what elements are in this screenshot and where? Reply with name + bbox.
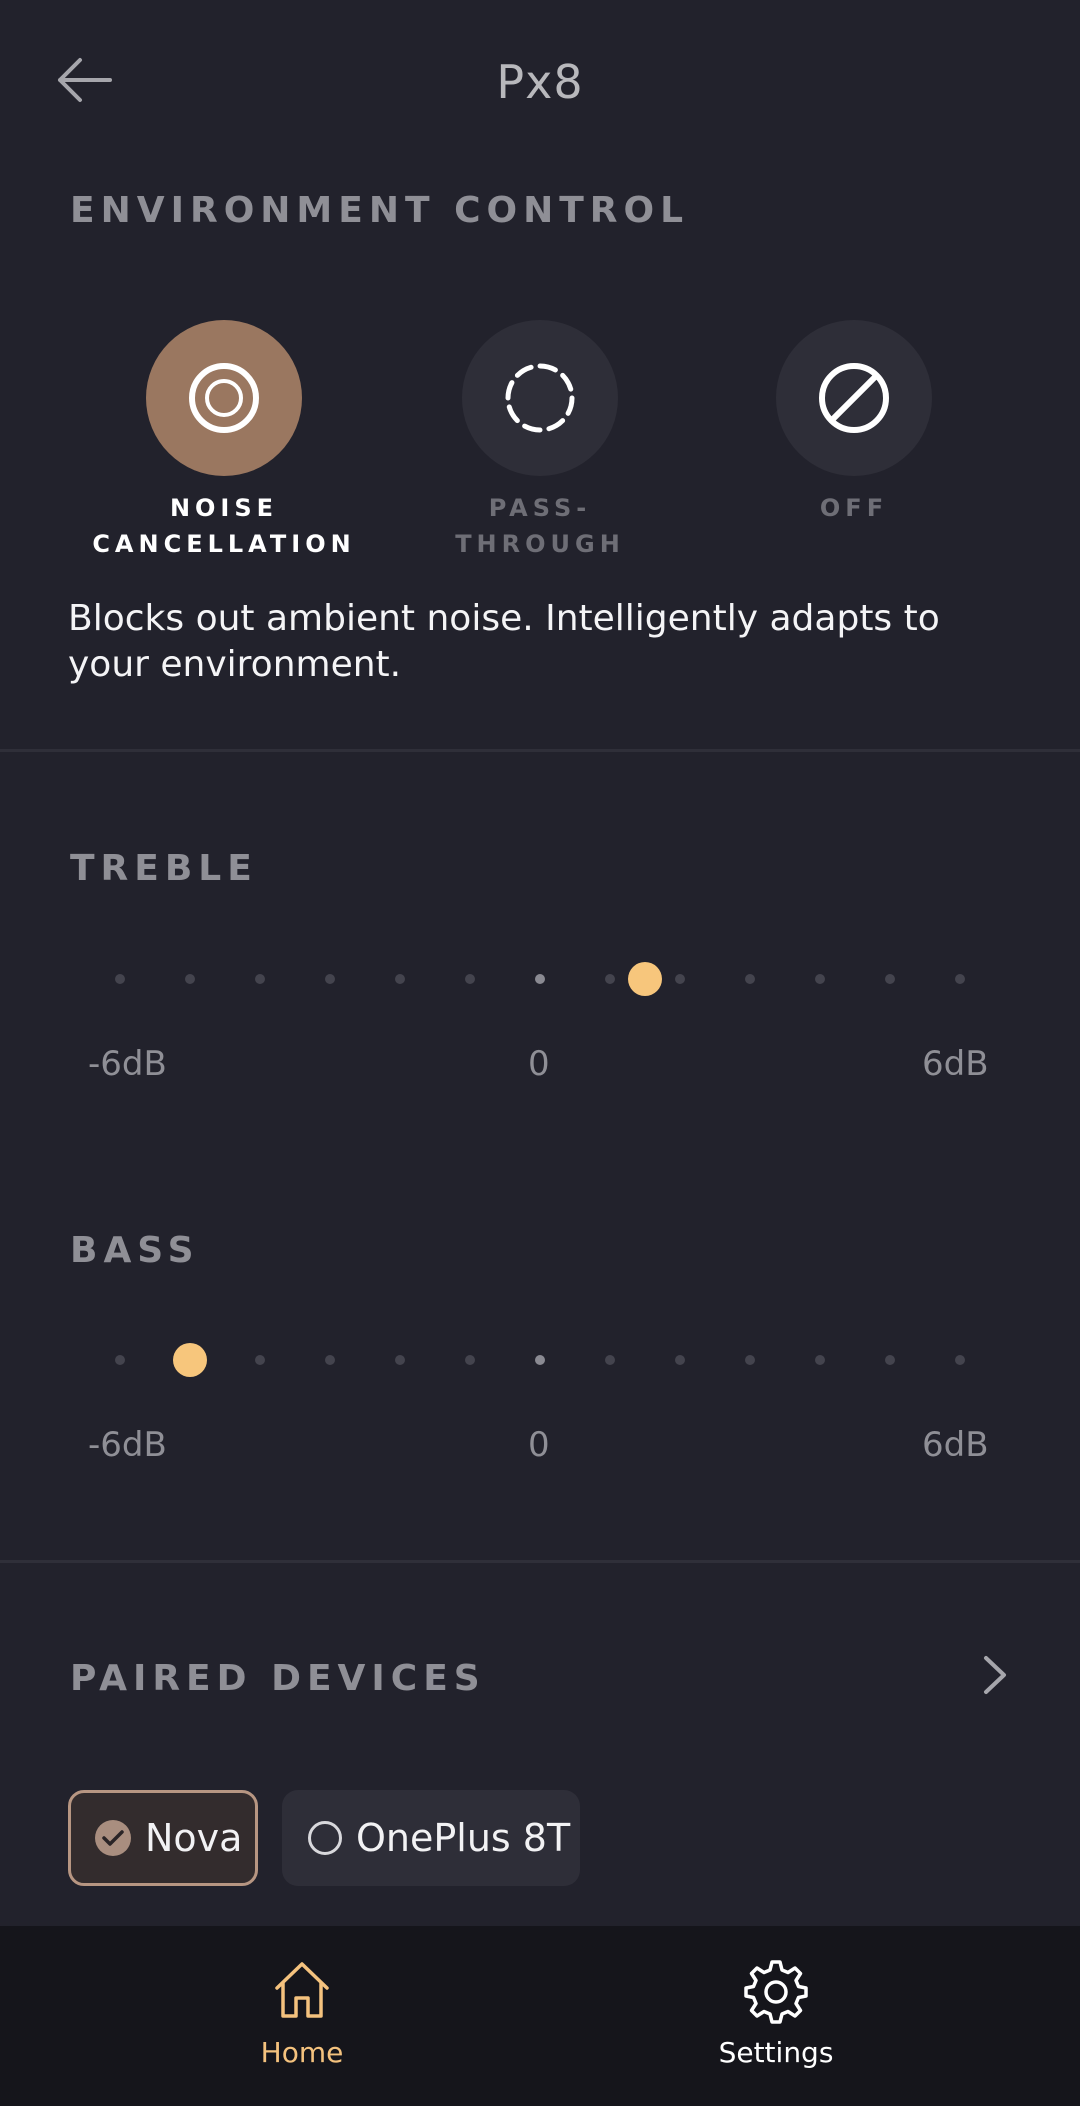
- noise-cancellation-icon: [189, 363, 259, 433]
- slider-step-dot[interactable]: [535, 1355, 545, 1365]
- nav-home-label: Home: [260, 2036, 344, 2069]
- device-name: OnePlus 8T: [356, 1816, 571, 1860]
- nav-home[interactable]: Home: [152, 1926, 452, 2106]
- mode-off[interactable]: OFF: [704, 320, 1004, 526]
- slider-step-dot[interactable]: [535, 974, 545, 984]
- slider-step-dot[interactable]: [255, 1355, 265, 1365]
- slider-step-dot[interactable]: [115, 974, 125, 984]
- bottom-navigation: Home Settings: [0, 1926, 1080, 2106]
- slider-step-dot[interactable]: [955, 1355, 965, 1365]
- home-icon: [267, 1956, 337, 2026]
- treble-heading: TREBLE: [70, 848, 258, 889]
- check-icon: [95, 1820, 131, 1856]
- treble-max-label: 6dB: [922, 1044, 989, 1084]
- bass-max-label: 6dB: [922, 1425, 989, 1465]
- device-chip-nova[interactable]: Nova: [68, 1790, 258, 1886]
- mode-circle: [462, 320, 618, 476]
- device-chip-oneplus-8t[interactable]: OnePlus 8T: [282, 1790, 580, 1886]
- slider-step-dot[interactable]: [395, 1355, 405, 1365]
- environment-control-heading: ENVIRONMENT CONTROL: [70, 190, 690, 231]
- slider-step-dot[interactable]: [185, 974, 195, 984]
- slider-step-dot[interactable]: [675, 974, 685, 984]
- gear-icon: [741, 1956, 811, 2026]
- mode-circle: [776, 320, 932, 476]
- mode-description: Blocks out ambient noise. Intelligently …: [68, 598, 940, 685]
- divider: [0, 749, 1080, 752]
- app-header: Px8: [0, 0, 1080, 170]
- slider-step-dot[interactable]: [605, 974, 615, 984]
- slider-step-dot[interactable]: [745, 1355, 755, 1365]
- bass-mid-label: 0: [528, 1425, 550, 1465]
- page-title: Px8: [496, 55, 584, 109]
- slider-step-dot[interactable]: [115, 1355, 125, 1365]
- paired-devices-more-button[interactable]: [980, 1652, 1010, 1698]
- mode-label: NOISE CANCELLATION: [92, 494, 356, 558]
- mode-label: OFF: [819, 494, 889, 522]
- mode-passthrough[interactable]: PASS- THROUGH: [390, 320, 690, 562]
- treble-slider[interactable]: [100, 954, 980, 1004]
- slider-step-dot[interactable]: [955, 974, 965, 984]
- mode-circle: [146, 320, 302, 476]
- bass-min-label: -6dB: [88, 1425, 167, 1465]
- slider-step-dot[interactable]: [605, 1355, 615, 1365]
- slider-step-dot[interactable]: [885, 1355, 895, 1365]
- off-icon: [819, 363, 889, 433]
- nav-settings-label: Settings: [718, 2036, 834, 2069]
- divider: [0, 1560, 1080, 1563]
- slider-step-dot[interactable]: [815, 974, 825, 984]
- bass-heading: BASS: [70, 1230, 200, 1271]
- bass-slider-knob[interactable]: [173, 1343, 207, 1377]
- radio-icon: [308, 1821, 342, 1855]
- passthrough-icon: [505, 363, 575, 433]
- slider-step-dot[interactable]: [325, 974, 335, 984]
- slider-step-dot[interactable]: [885, 974, 895, 984]
- slider-step-dot[interactable]: [465, 1355, 475, 1365]
- slider-step-dot[interactable]: [325, 1355, 335, 1365]
- slider-step-dot[interactable]: [815, 1355, 825, 1365]
- nav-settings[interactable]: Settings: [626, 1926, 926, 2106]
- slider-step-dot[interactable]: [465, 974, 475, 984]
- treble-mid-label: 0: [528, 1044, 550, 1084]
- treble-slider-knob[interactable]: [628, 962, 662, 996]
- device-name: Nova: [145, 1816, 243, 1860]
- slider-step-dot[interactable]: [395, 974, 405, 984]
- paired-devices-heading: PAIRED DEVICES: [70, 1658, 486, 1699]
- chevron-right-icon: [984, 1656, 1006, 1694]
- treble-min-label: -6dB: [88, 1044, 167, 1084]
- bass-slider[interactable]: [100, 1335, 980, 1385]
- mode-label: PASS- THROUGH: [455, 494, 625, 558]
- mode-noise-cancellation[interactable]: NOISE CANCELLATION: [74, 320, 374, 562]
- slider-step-dot[interactable]: [255, 974, 265, 984]
- slider-step-dot[interactable]: [675, 1355, 685, 1365]
- slider-step-dot[interactable]: [745, 974, 755, 984]
